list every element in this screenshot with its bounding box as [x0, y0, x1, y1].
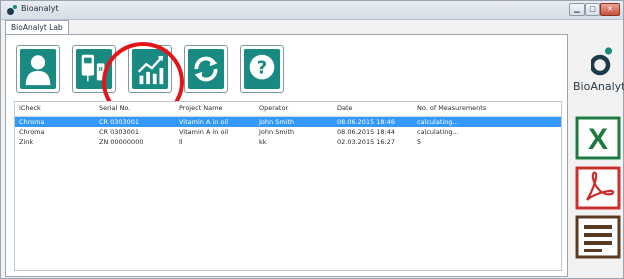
pdf-export-icon: [575, 166, 621, 210]
user-tile: [20, 49, 56, 89]
help-icon: ?: [249, 54, 275, 80]
app-window: Bioanalyt ▁ □ ✕ BioAnalyt Lab ? iCheck S…: [0, 0, 624, 279]
tab-bioanalyt-lab[interactable]: BioAnalyt Lab: [5, 20, 69, 35]
brand-block: BioAnalyt: [573, 46, 624, 98]
maximize-icon: □: [589, 5, 596, 13]
cell-measurements: 5: [417, 138, 422, 146]
app-logo-icon: [7, 5, 17, 15]
refresh-button[interactable]: [184, 45, 228, 93]
device-connect-tile: [76, 49, 112, 89]
refresh-tile: [188, 49, 224, 89]
cell-date: 02.03.2015 16:27: [337, 138, 396, 146]
trend-chart-button[interactable]: [128, 45, 172, 93]
close-button[interactable]: ✕: [600, 3, 620, 16]
window-title: Bioanalyt: [21, 4, 59, 13]
table-row[interactable]: Chroma CR 0303001 Vitamin A in oil John …: [15, 117, 561, 127]
cell-date: 08.06.2015 18:46: [337, 118, 396, 126]
excel-export-icon: X: [575, 116, 621, 160]
device-connect-icon: [81, 54, 105, 82]
cell-date: 08.06.2015 18:44: [337, 128, 396, 136]
title-bar: Bioanalyt ▁ □ ✕: [1, 1, 623, 20]
table-row[interactable]: Chroma CR 0303001 Vitamin A in oil John …: [15, 127, 561, 137]
minimize-button[interactable]: ▁: [569, 3, 585, 16]
report-button[interactable]: [575, 215, 621, 259]
cell-operator: John Smith: [259, 128, 295, 136]
user-icon: [25, 55, 51, 86]
svg-text:X: X: [588, 123, 608, 156]
cell-measurements: calculating...: [417, 118, 459, 126]
column-header-measurements[interactable]: No. of Measurements: [417, 102, 486, 115]
column-header-date[interactable]: Date: [337, 102, 353, 115]
help-button[interactable]: ?: [240, 45, 284, 93]
cell-measurements: calculating...: [417, 128, 459, 136]
maximize-button[interactable]: □: [585, 3, 600, 16]
user-button[interactable]: [16, 45, 60, 93]
cell-operator: kk: [259, 138, 267, 146]
minimize-icon: ▁: [574, 5, 580, 13]
trend-chart-tile: [132, 49, 168, 89]
trend-chart-icon: [137, 55, 164, 85]
measurements-table[interactable]: iCheck Serial No. Project Name Operator …: [14, 101, 562, 271]
brand-logo-icon: [591, 47, 613, 76]
cell-icheck: Zink: [19, 138, 34, 146]
refresh-icon: [194, 56, 218, 82]
close-icon: ✕: [607, 5, 613, 13]
excel-export-button[interactable]: X: [575, 116, 621, 160]
cell-serial: ZN 00000000: [99, 138, 144, 146]
cell-project: Vitamin A in oil: [179, 118, 229, 126]
svg-text:?: ?: [257, 58, 267, 79]
column-header-icheck[interactable]: iCheck: [19, 102, 41, 115]
main-panel: ? iCheck Serial No. Project Name Operato…: [5, 34, 568, 277]
cell-icheck: Chroma: [19, 128, 45, 136]
report-icon: [575, 215, 621, 259]
cell-project: ll: [179, 138, 183, 146]
cell-icheck: Chroma: [19, 118, 45, 126]
help-tile: ?: [244, 49, 280, 89]
device-connect-button[interactable]: [72, 45, 116, 93]
cell-serial: CR 0303001: [99, 128, 140, 136]
brand-name: BioAnalyt: [573, 80, 624, 93]
column-header-serial[interactable]: Serial No.: [99, 102, 130, 115]
cell-project: Vitamin A in oil: [179, 128, 229, 136]
column-header-operator[interactable]: Operator: [259, 102, 288, 115]
table-header: iCheck Serial No. Project Name Operator …: [15, 102, 561, 117]
column-header-project[interactable]: Project Name: [179, 102, 222, 115]
pdf-export-button[interactable]: [575, 166, 621, 210]
cell-serial: CR 0303001: [99, 118, 140, 126]
table-row[interactable]: Zink ZN 00000000 ll kk 02.03.2015 16:27 …: [15, 137, 561, 147]
cell-operator: John Smith: [259, 118, 295, 126]
